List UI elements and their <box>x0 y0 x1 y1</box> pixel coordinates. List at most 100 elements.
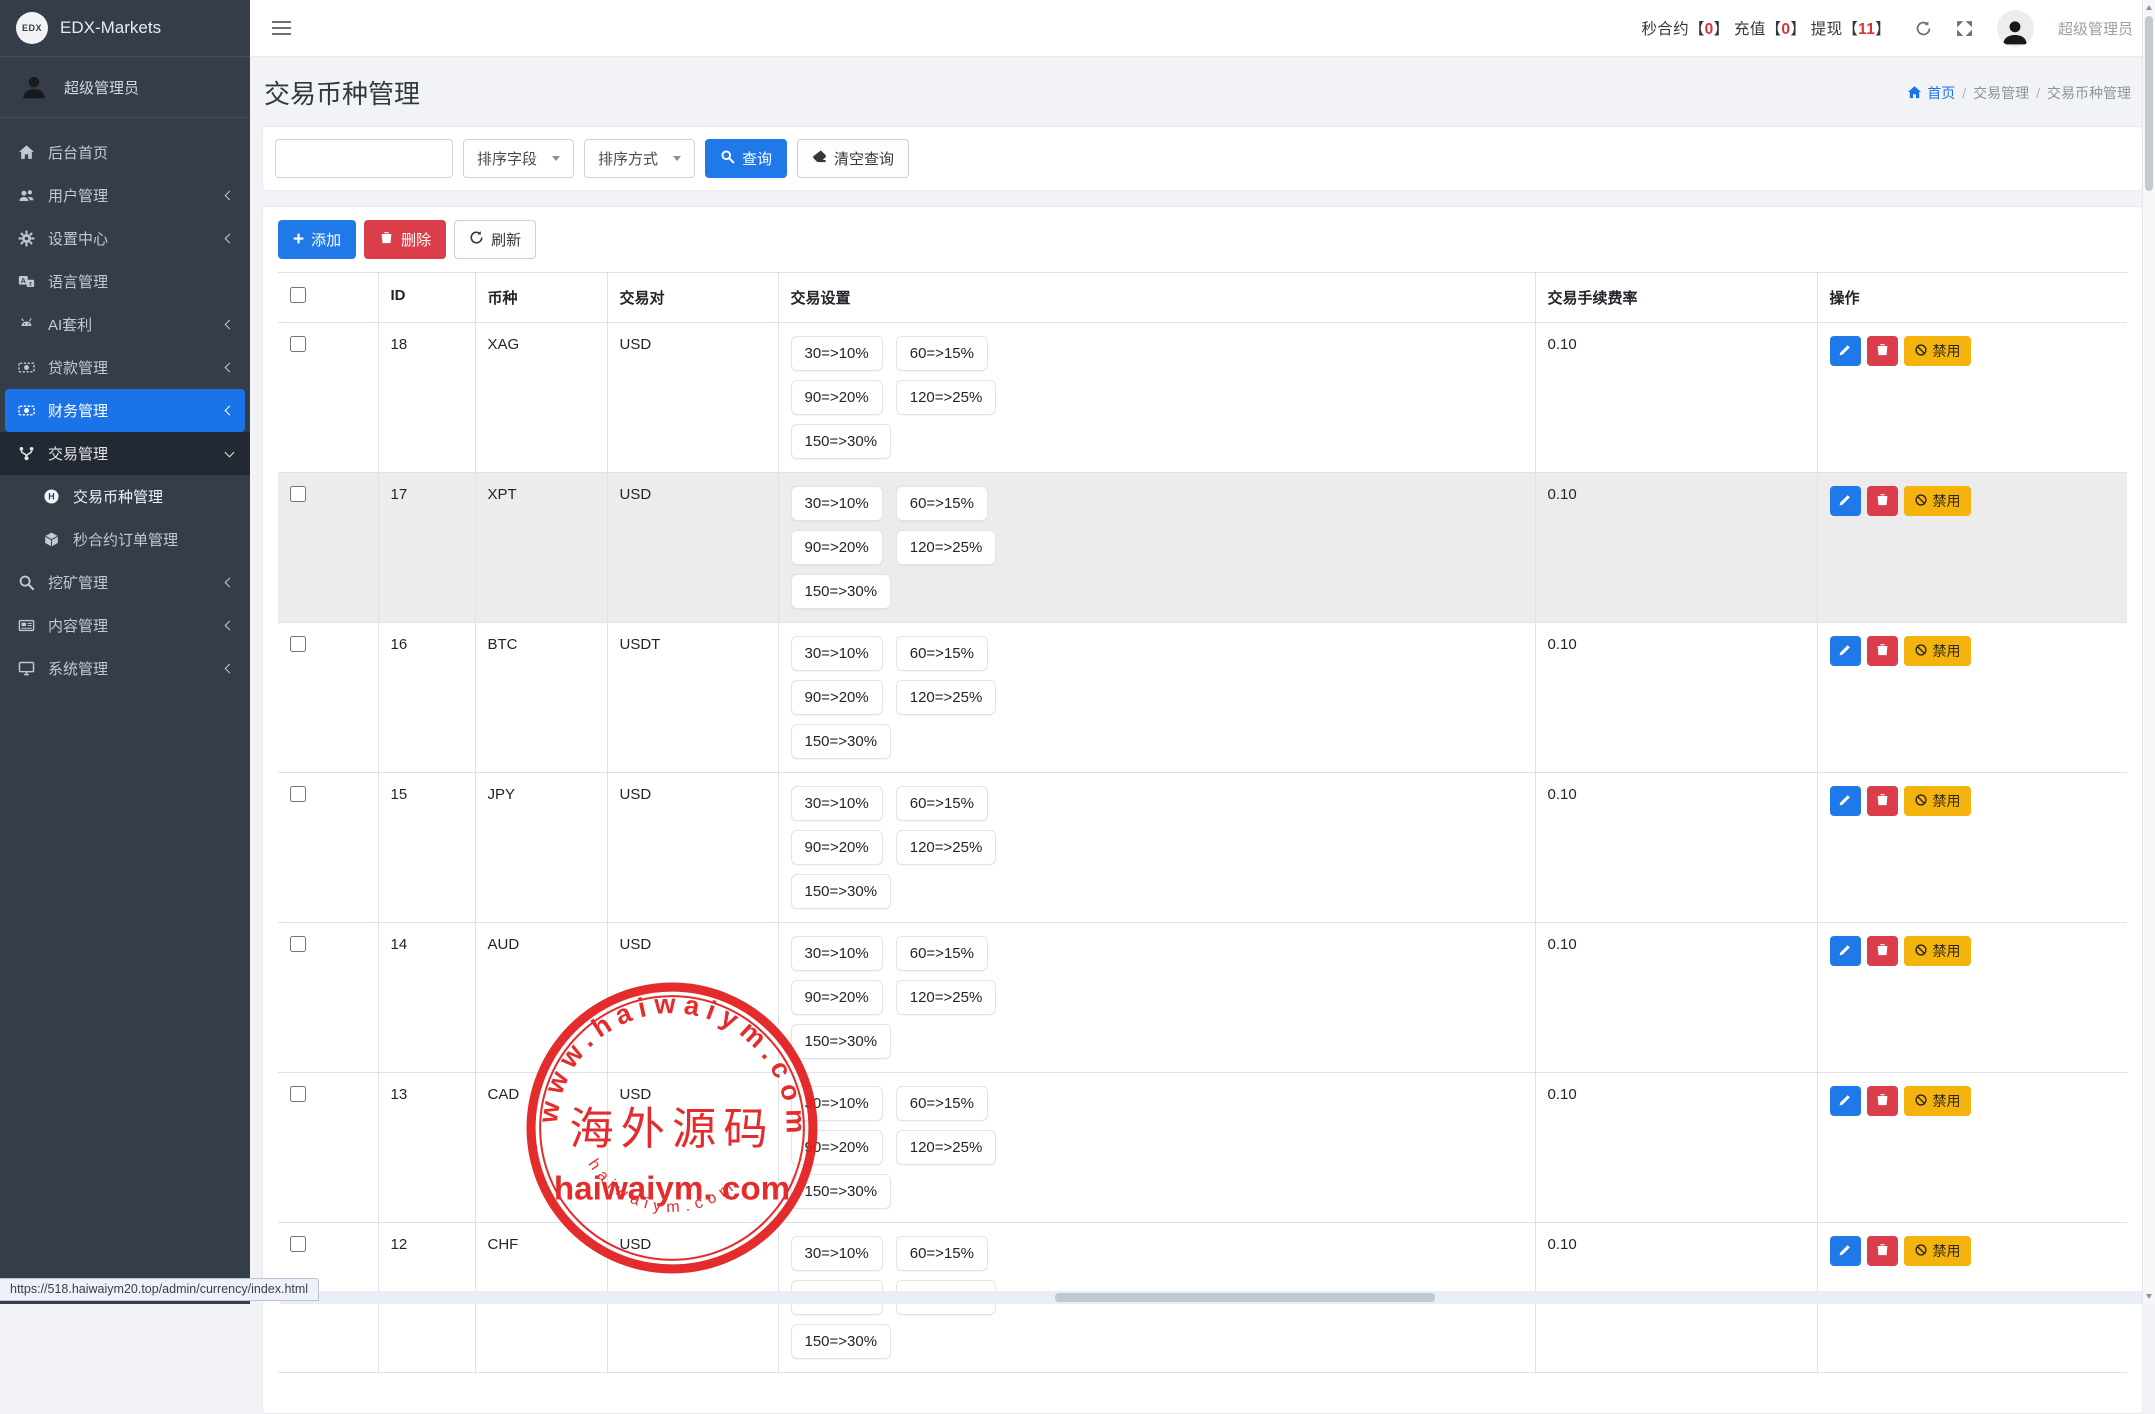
header-checkbox-cell <box>278 273 378 323</box>
trade-setting-chip: 120=>25% <box>896 530 997 565</box>
delete-row-button[interactable] <box>1867 786 1898 816</box>
cell-fee: 0.10 <box>1535 923 1817 1073</box>
column-header[interactable]: ID <box>378 273 475 323</box>
horizontal-scrollbar-thumb[interactable] <box>1055 1293 1435 1302</box>
disable-button[interactable]: 禁用 <box>1904 486 1971 516</box>
sidebar-item-seconds-contract-order[interactable]: 秒合约订单管理 <box>0 518 250 561</box>
edit-button[interactable] <box>1830 1086 1861 1116</box>
table-row: 15JPYUSD30=>10%60=>15%90=>20%120=>25%150… <box>278 773 2127 923</box>
scroll-down-arrow-icon[interactable] <box>2146 1294 2152 1299</box>
vertical-scrollbar-thumb[interactable] <box>2145 16 2153 191</box>
sidebar-item-label: 后台首页 <box>48 142 108 163</box>
search-input[interactable] <box>275 139 453 178</box>
sort-order-dropdown[interactable]: 排序方式 <box>584 139 695 178</box>
sidebar-user: 超级管理员 <box>0 57 250 118</box>
delete-row-button[interactable] <box>1867 486 1898 516</box>
trade-setting-chip: 120=>25% <box>896 1130 997 1165</box>
delete-row-button[interactable] <box>1867 1236 1898 1266</box>
stat-value: 11 <box>1858 21 1875 38</box>
select-all-checkbox[interactable] <box>290 287 306 303</box>
horizontal-scrollbar[interactable] <box>280 1291 2142 1304</box>
refresh-button[interactable]: 刷新 <box>454 220 536 259</box>
avatar[interactable] <box>1997 10 2034 47</box>
fullscreen-icon[interactable] <box>1956 20 1973 37</box>
row-checkbox[interactable] <box>290 636 306 652</box>
sidebar-item-content[interactable]: 内容管理 <box>0 604 250 647</box>
topbar-stats[interactable]: 秒合约【0】 充值【0】 提现【11】 <box>1641 17 1891 39</box>
chevron-left-icon <box>225 664 235 674</box>
cell-currency: XPT <box>475 473 607 623</box>
delete-row-button[interactable] <box>1867 1086 1898 1116</box>
vertical-scrollbar[interactable] <box>2142 0 2155 1304</box>
edit-button[interactable] <box>1830 336 1861 366</box>
disable-button[interactable]: 禁用 <box>1904 786 1971 816</box>
disable-button[interactable]: 禁用 <box>1904 1086 1971 1116</box>
breadcrumb-home-link[interactable]: 首页 <box>1907 83 1955 103</box>
sidebar-item-trade-currency[interactable]: H交易币种管理 <box>0 475 250 518</box>
refresh-icon[interactable] <box>1915 20 1932 37</box>
row-checkbox[interactable] <box>290 786 306 802</box>
row-checkbox[interactable] <box>290 486 306 502</box>
delete-row-button[interactable] <box>1867 636 1898 666</box>
cell-id: 14 <box>378 923 475 1073</box>
column-header[interactable]: 操作 <box>1817 273 2127 323</box>
disable-button[interactable]: 禁用 <box>1904 1236 1971 1266</box>
brand-name: EDX-Markets <box>60 18 161 38</box>
ban-icon <box>1914 343 1928 360</box>
stat-item[interactable]: 提现【11】 <box>1811 21 1891 38</box>
row-checkbox[interactable] <box>290 936 306 952</box>
search-button[interactable]: 查询 <box>705 139 787 178</box>
column-header[interactable]: 交易手续费率 <box>1535 273 1817 323</box>
disable-button[interactable]: 禁用 <box>1904 336 1971 366</box>
filter-panel: 排序字段 排序方式 查询 清空查询 <box>262 126 2143 191</box>
chevron-down-icon <box>552 156 560 161</box>
sidebar-item-dashboard[interactable]: 后台首页 <box>0 131 250 174</box>
edit-button[interactable] <box>1830 1236 1861 1266</box>
sidebar-item-ai-arbitrage[interactable]: AI套利 <box>0 303 250 346</box>
column-header[interactable]: 币种 <box>475 273 607 323</box>
hamburger-menu-icon[interactable] <box>272 21 291 35</box>
sidebar-item-finance[interactable]: 财务管理 <box>5 389 245 432</box>
column-header[interactable]: 交易设置 <box>778 273 1535 323</box>
row-checkbox[interactable] <box>290 1086 306 1102</box>
users-icon <box>17 187 35 204</box>
breadcrumb-item[interactable]: 交易管理 <box>1973 83 2029 103</box>
stat-item[interactable]: 秒合约【0】 <box>1641 21 1729 38</box>
stat-item[interactable]: 充值【0】 <box>1734 21 1806 38</box>
delete-button[interactable]: 删除 <box>364 220 446 259</box>
edit-button[interactable] <box>1830 486 1861 516</box>
currency-table: ID币种交易对交易设置交易手续费率操作 18XAGUSD30=>10%60=>1… <box>278 272 2127 1373</box>
trade-setting-chip: 120=>25% <box>896 680 997 715</box>
row-checkbox[interactable] <box>290 336 306 352</box>
delete-row-button[interactable] <box>1867 336 1898 366</box>
sidebar-item-loan[interactable]: 贷款管理 <box>0 346 250 389</box>
edit-button[interactable] <box>1830 936 1861 966</box>
sidebar-item-settings[interactable]: 设置中心 <box>0 217 250 260</box>
sidebar-item-system[interactable]: 系统管理 <box>0 647 250 690</box>
sort-field-dropdown[interactable]: 排序字段 <box>463 139 574 178</box>
sidebar-item-language[interactable]: Az语言管理 <box>0 260 250 303</box>
breadcrumb-item[interactable]: 交易币种管理 <box>2047 83 2131 103</box>
clear-search-button[interactable]: 清空查询 <box>797 139 909 178</box>
sidebar-item-users[interactable]: 用户管理 <box>0 174 250 217</box>
topbar-user-name: 超级管理员 <box>2058 18 2133 39</box>
edit-button[interactable] <box>1830 786 1861 816</box>
add-button[interactable]: + 添加 <box>278 220 356 259</box>
row-checkbox[interactable] <box>290 1236 306 1252</box>
disable-button[interactable]: 禁用 <box>1904 636 1971 666</box>
column-header[interactable]: 交易对 <box>607 273 778 323</box>
cell-currency: XAG <box>475 323 607 473</box>
ban-icon <box>1914 943 1928 960</box>
table-panel: + 添加 删除 刷新 ID币种交易对交易设置交易手续费率操作 18XAGUSD3… <box>262 206 2143 1414</box>
user-avatar-icon <box>2000 17 2030 47</box>
edit-button[interactable] <box>1830 636 1861 666</box>
trash-icon <box>1875 342 1890 360</box>
disable-button[interactable]: 禁用 <box>1904 936 1971 966</box>
delete-row-button[interactable] <box>1867 936 1898 966</box>
ban-icon <box>1914 1243 1928 1260</box>
scroll-up-arrow-icon[interactable] <box>2146 5 2152 10</box>
home-icon <box>17 144 35 161</box>
trade-setting-chip: 60=>15% <box>896 1236 988 1271</box>
sidebar-item-mining[interactable]: 挖矿管理 <box>0 561 250 604</box>
sidebar-item-trade[interactable]: 交易管理 <box>0 432 250 475</box>
